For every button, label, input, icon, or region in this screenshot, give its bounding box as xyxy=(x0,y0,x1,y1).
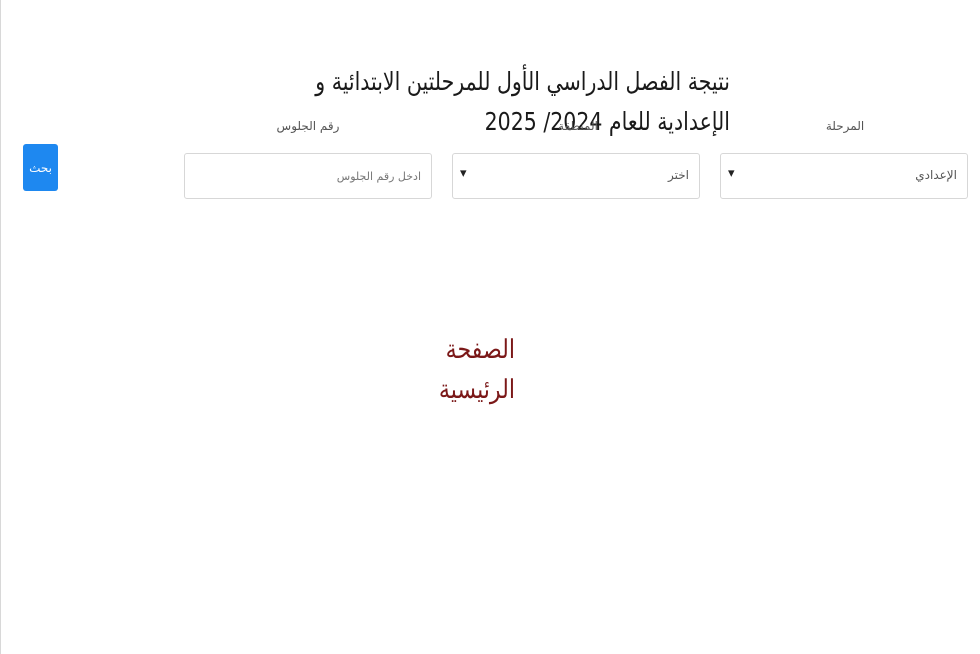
seat-number-label: رقم الجلوس xyxy=(276,119,340,133)
search-button[interactable]: بحث xyxy=(23,144,58,191)
region-select-value: اختر xyxy=(668,168,689,182)
home-page-link[interactable]: الصفحة الرئيسية xyxy=(366,330,515,410)
stage-select-value: الإعدادي xyxy=(915,168,957,182)
page-left-border xyxy=(0,0,1,654)
chevron-down-icon: ▾ xyxy=(728,166,735,181)
seat-number-field[interactable] xyxy=(184,153,432,199)
region-label: المنطقة xyxy=(558,119,598,133)
stage-select[interactable]: الإعدادي ▾ xyxy=(720,153,968,199)
stage-label: المرحلة xyxy=(825,119,865,133)
chevron-down-icon: ▾ xyxy=(460,166,467,181)
region-select[interactable]: اختر ▾ xyxy=(452,153,700,199)
seat-number-input[interactable] xyxy=(185,154,431,198)
